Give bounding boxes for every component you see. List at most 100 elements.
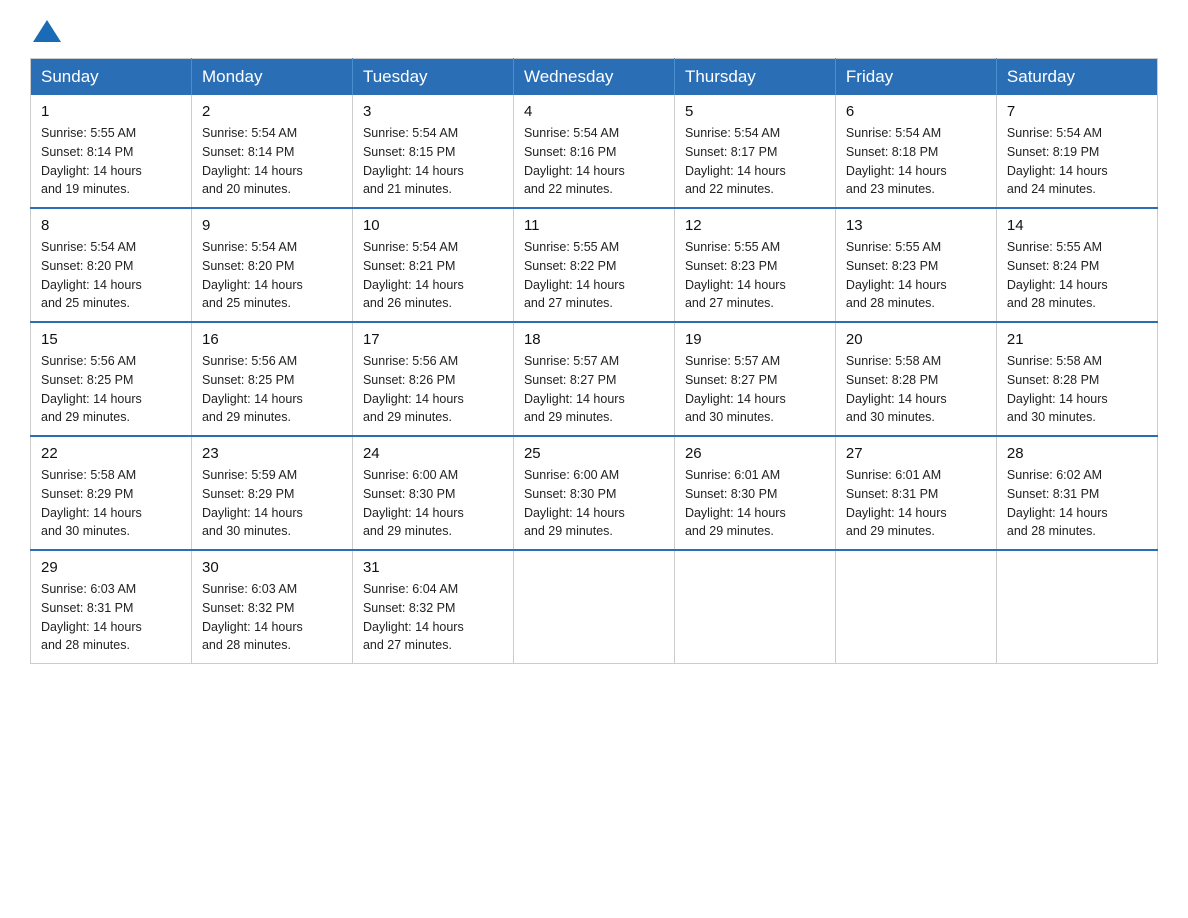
day-info: Sunrise: 6:00 AM Sunset: 8:30 PM Dayligh… — [363, 466, 503, 541]
day-number: 11 — [524, 217, 664, 234]
day-number: 21 — [1007, 331, 1147, 348]
calendar-cell: 29 Sunrise: 6:03 AM Sunset: 8:31 PM Dayli… — [31, 550, 192, 664]
calendar-cell: 11Sunrise: 5:55 AM Sunset: 8:22 PM Dayli… — [513, 208, 674, 322]
day-number: 16 — [202, 331, 342, 348]
day-of-week-header: Monday — [191, 59, 352, 96]
day-info: Sunrise: 5:55 AM Sunset: 8:24 PM Dayligh… — [1007, 238, 1147, 313]
day-number: 17 — [363, 331, 503, 348]
logo — [30, 20, 61, 38]
calendar-cell: 13 Sunrise: 5:55 AM Sunset: 8:23 PM Dayli… — [835, 208, 996, 322]
day-number: 15 — [41, 331, 181, 348]
calendar-cell: 5 Sunrise: 5:54 AM Sunset: 8:17 PM Daylig… — [674, 95, 835, 208]
calendar-cell: 1 Sunrise: 5:55 AM Sunset: 8:14 PM Daylig… — [31, 95, 192, 208]
day-info: Sunrise: 5:54 AM Sunset: 8:21 PM Dayligh… — [363, 238, 503, 313]
calendar-week-row: 1 Sunrise: 5:55 AM Sunset: 8:14 PM Daylig… — [31, 95, 1158, 208]
calendar-cell: 28 Sunrise: 6:02 AM Sunset: 8:31 PM Dayli… — [996, 436, 1157, 550]
calendar-cell: 8Sunrise: 5:54 AM Sunset: 8:20 PM Daylig… — [31, 208, 192, 322]
day-number: 19 — [685, 331, 825, 348]
calendar-cell: 24 Sunrise: 6:00 AM Sunset: 8:30 PM Dayli… — [352, 436, 513, 550]
day-number: 12 — [685, 217, 825, 234]
day-number: 5 — [685, 103, 825, 120]
calendar-cell — [835, 550, 996, 664]
calendar-cell: 20Sunrise: 5:58 AM Sunset: 8:28 PM Dayli… — [835, 322, 996, 436]
day-info: Sunrise: 6:03 AM Sunset: 8:32 PM Dayligh… — [202, 580, 342, 655]
day-number: 13 — [846, 217, 986, 234]
calendar-table: SundayMondayTuesdayWednesdayThursdayFrid… — [30, 58, 1158, 664]
day-info: Sunrise: 5:58 AM Sunset: 8:28 PM Dayligh… — [1007, 352, 1147, 427]
day-number: 7 — [1007, 103, 1147, 120]
day-info: Sunrise: 6:01 AM Sunset: 8:31 PM Dayligh… — [846, 466, 986, 541]
calendar-week-row: 15 Sunrise: 5:56 AM Sunset: 8:25 PM Dayli… — [31, 322, 1158, 436]
day-info: Sunrise: 5:55 AM Sunset: 8:14 PM Dayligh… — [41, 124, 181, 199]
day-info: Sunrise: 5:54 AM Sunset: 8:18 PM Dayligh… — [846, 124, 986, 199]
calendar-header-row: SundayMondayTuesdayWednesdayThursdayFrid… — [31, 59, 1158, 96]
calendar-cell: 26 Sunrise: 6:01 AM Sunset: 8:30 PM Dayli… — [674, 436, 835, 550]
calendar-cell — [674, 550, 835, 664]
calendar-cell: 14Sunrise: 5:55 AM Sunset: 8:24 PM Dayli… — [996, 208, 1157, 322]
calendar-cell: 12 Sunrise: 5:55 AM Sunset: 8:23 PM Dayli… — [674, 208, 835, 322]
day-info: Sunrise: 6:02 AM Sunset: 8:31 PM Dayligh… — [1007, 466, 1147, 541]
day-info: Sunrise: 5:56 AM Sunset: 8:25 PM Dayligh… — [202, 352, 342, 427]
calendar-cell: 17 Sunrise: 5:56 AM Sunset: 8:26 PM Dayli… — [352, 322, 513, 436]
day-info: Sunrise: 5:57 AM Sunset: 8:27 PM Dayligh… — [685, 352, 825, 427]
day-info: Sunrise: 6:04 AM Sunset: 8:32 PM Dayligh… — [363, 580, 503, 655]
day-info: Sunrise: 5:57 AM Sunset: 8:27 PM Dayligh… — [524, 352, 664, 427]
day-of-week-header: Wednesday — [513, 59, 674, 96]
calendar-cell: 9 Sunrise: 5:54 AM Sunset: 8:20 PM Daylig… — [191, 208, 352, 322]
calendar-cell: 19 Sunrise: 5:57 AM Sunset: 8:27 PM Dayli… — [674, 322, 835, 436]
calendar-cell: 31Sunrise: 6:04 AM Sunset: 8:32 PM Dayli… — [352, 550, 513, 664]
day-number: 29 — [41, 559, 181, 576]
day-info: Sunrise: 5:54 AM Sunset: 8:20 PM Dayligh… — [202, 238, 342, 313]
calendar-cell: 22Sunrise: 5:58 AM Sunset: 8:29 PM Dayli… — [31, 436, 192, 550]
logo-triangle-icon — [33, 20, 61, 42]
calendar-cell: 30 Sunrise: 6:03 AM Sunset: 8:32 PM Dayli… — [191, 550, 352, 664]
day-number: 22 — [41, 445, 181, 462]
day-number: 6 — [846, 103, 986, 120]
day-number: 9 — [202, 217, 342, 234]
calendar-cell: 23Sunrise: 5:59 AM Sunset: 8:29 PM Dayli… — [191, 436, 352, 550]
calendar-cell — [996, 550, 1157, 664]
day-number: 28 — [1007, 445, 1147, 462]
calendar-week-row: 8Sunrise: 5:54 AM Sunset: 8:20 PM Daylig… — [31, 208, 1158, 322]
day-info: Sunrise: 5:55 AM Sunset: 8:23 PM Dayligh… — [685, 238, 825, 313]
calendar-cell: 18 Sunrise: 5:57 AM Sunset: 8:27 PM Dayli… — [513, 322, 674, 436]
calendar-cell: 2 Sunrise: 5:54 AM Sunset: 8:14 PM Daylig… — [191, 95, 352, 208]
page-header — [30, 20, 1158, 38]
day-info: Sunrise: 6:01 AM Sunset: 8:30 PM Dayligh… — [685, 466, 825, 541]
day-info: Sunrise: 5:54 AM Sunset: 8:19 PM Dayligh… — [1007, 124, 1147, 199]
day-number: 18 — [524, 331, 664, 348]
day-info: Sunrise: 6:00 AM Sunset: 8:30 PM Dayligh… — [524, 466, 664, 541]
calendar-cell: 15 Sunrise: 5:56 AM Sunset: 8:25 PM Dayli… — [31, 322, 192, 436]
day-number: 4 — [524, 103, 664, 120]
calendar-cell: 3Sunrise: 5:54 AM Sunset: 8:15 PM Daylig… — [352, 95, 513, 208]
day-number: 2 — [202, 103, 342, 120]
calendar-cell: 10Sunrise: 5:54 AM Sunset: 8:21 PM Dayli… — [352, 208, 513, 322]
calendar-cell: 25 Sunrise: 6:00 AM Sunset: 8:30 PM Dayli… — [513, 436, 674, 550]
day-of-week-header: Saturday — [996, 59, 1157, 96]
calendar-cell: 4Sunrise: 5:54 AM Sunset: 8:16 PM Daylig… — [513, 95, 674, 208]
calendar-cell: 21 Sunrise: 5:58 AM Sunset: 8:28 PM Dayli… — [996, 322, 1157, 436]
day-number: 30 — [202, 559, 342, 576]
day-number: 26 — [685, 445, 825, 462]
day-info: Sunrise: 6:03 AM Sunset: 8:31 PM Dayligh… — [41, 580, 181, 655]
day-of-week-header: Sunday — [31, 59, 192, 96]
day-info: Sunrise: 5:54 AM Sunset: 8:20 PM Dayligh… — [41, 238, 181, 313]
day-info: Sunrise: 5:54 AM Sunset: 8:15 PM Dayligh… — [363, 124, 503, 199]
calendar-week-row: 29 Sunrise: 6:03 AM Sunset: 8:31 PM Dayli… — [31, 550, 1158, 664]
day-info: Sunrise: 5:56 AM Sunset: 8:25 PM Dayligh… — [41, 352, 181, 427]
day-of-week-header: Thursday — [674, 59, 835, 96]
day-number: 27 — [846, 445, 986, 462]
day-info: Sunrise: 5:55 AM Sunset: 8:23 PM Dayligh… — [846, 238, 986, 313]
day-number: 1 — [41, 103, 181, 120]
day-of-week-header: Friday — [835, 59, 996, 96]
calendar-cell: 16 Sunrise: 5:56 AM Sunset: 8:25 PM Dayli… — [191, 322, 352, 436]
calendar-cell: 27 Sunrise: 6:01 AM Sunset: 8:31 PM Dayli… — [835, 436, 996, 550]
day-info: Sunrise: 5:54 AM Sunset: 8:17 PM Dayligh… — [685, 124, 825, 199]
day-number: 24 — [363, 445, 503, 462]
day-number: 25 — [524, 445, 664, 462]
day-number: 20 — [846, 331, 986, 348]
day-info: Sunrise: 5:59 AM Sunset: 8:29 PM Dayligh… — [202, 466, 342, 541]
calendar-cell: 6 Sunrise: 5:54 AM Sunset: 8:18 PM Daylig… — [835, 95, 996, 208]
day-info: Sunrise: 5:56 AM Sunset: 8:26 PM Dayligh… — [363, 352, 503, 427]
day-info: Sunrise: 5:54 AM Sunset: 8:14 PM Dayligh… — [202, 124, 342, 199]
